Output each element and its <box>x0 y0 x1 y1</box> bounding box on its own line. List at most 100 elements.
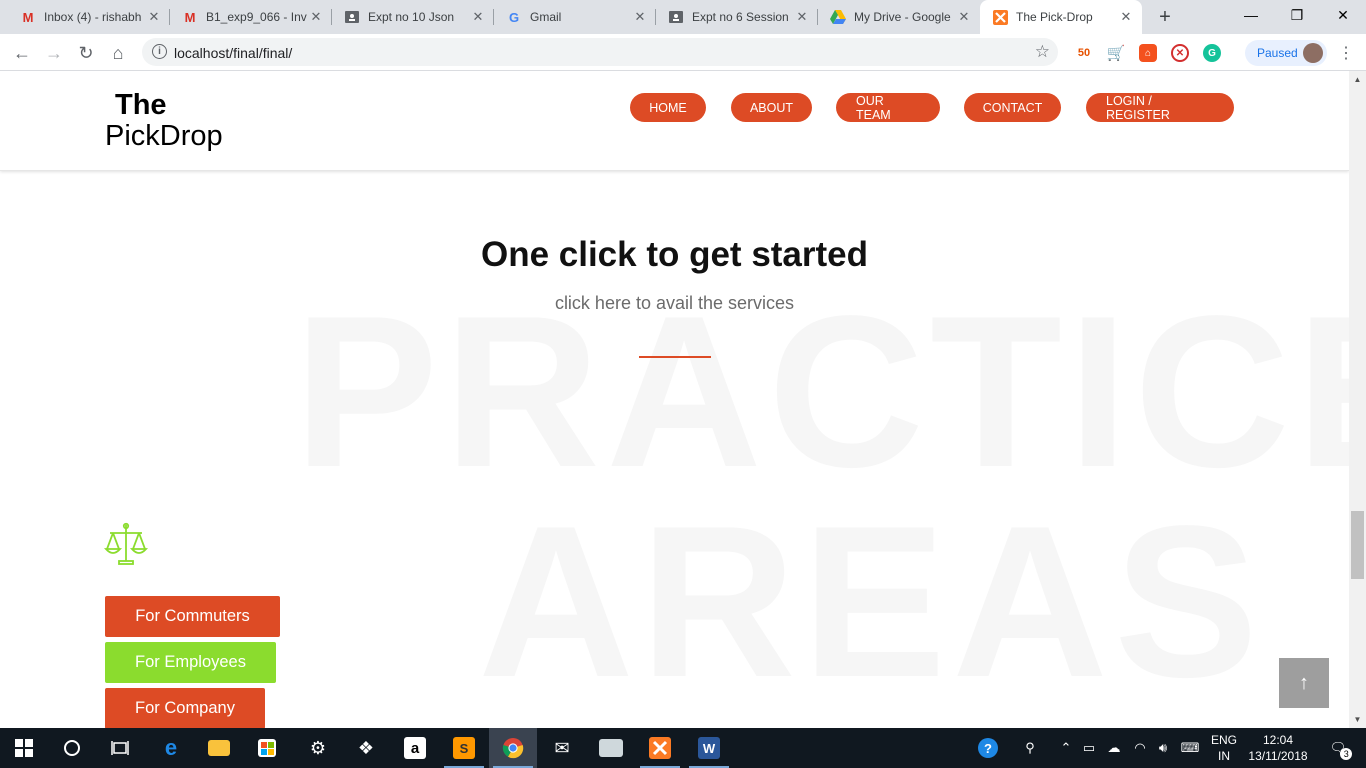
classroom-icon <box>668 9 684 25</box>
nav-contact[interactable]: CONTACT <box>964 93 1061 122</box>
close-icon[interactable]: ✕ <box>632 9 648 25</box>
region-code: IN <box>1218 749 1230 763</box>
ext-cart-icon[interactable]: 🛒 <box>1107 44 1126 62</box>
tab-title: Expt no 6 Session <box>692 10 789 24</box>
page-subtitle-link[interactable]: click here to avail the services <box>0 293 1349 314</box>
nav-login-register[interactable]: LOGIN / REGISTER <box>1086 93 1234 122</box>
tab-pick-drop[interactable]: The Pick-Drop ✕ <box>980 0 1142 34</box>
notification-count: 3 <box>1340 748 1353 760</box>
menu-icon[interactable]: ⋮ <box>1336 42 1356 64</box>
people-icon[interactable]: ⚲ <box>1016 728 1044 768</box>
bookmark-star-icon[interactable]: ☆ <box>1035 42 1050 62</box>
windows-taskbar: e ⚙ ❖ a S ✉ W ? ⚲ ⌃ ▭ ☁ ◠ 🔊︎ ⌨ ENG IN 12… <box>0 728 1366 768</box>
wifi-icon[interactable]: ◠ <box>1128 728 1152 768</box>
mail-icon[interactable]: ✉ <box>538 728 586 768</box>
settings-icon[interactable]: ⚙ <box>294 728 342 768</box>
ext-block-icon[interactable]: ✕ <box>1171 44 1189 62</box>
profile-paused-button[interactable]: Paused <box>1245 40 1327 66</box>
tab-inbox[interactable]: M Inbox (4) - rishabh ✕ <box>8 0 170 34</box>
gmail-icon: M <box>22 9 34 25</box>
back-icon[interactable]: ← <box>8 39 36 67</box>
profile-status: Paused <box>1257 46 1298 60</box>
close-icon[interactable]: ✕ <box>146 9 162 25</box>
forward-icon[interactable]: → <box>40 39 68 67</box>
scroll-up-icon[interactable]: ▲ <box>1349 71 1366 88</box>
page-scrollbar[interactable]: ▲ ▼ <box>1349 71 1366 728</box>
action-center-icon[interactable]: 🗨︎ 3 <box>1320 728 1356 768</box>
logo-line-2[interactable]: PickDrop <box>105 120 223 153</box>
nav-home[interactable]: HOME <box>630 93 706 122</box>
page-title: One click to get started <box>480 235 869 274</box>
address-bar[interactable]: i localhost/final/final/ ☆ <box>142 38 1058 66</box>
volume-icon[interactable]: 🔊︎ <box>1152 728 1174 768</box>
dropbox-icon[interactable]: ❖ <box>342 728 390 768</box>
amazon-icon[interactable]: a <box>391 728 439 768</box>
task-view-icon[interactable] <box>96 728 144 768</box>
clock-date: 13/11/2018 <box>1248 749 1308 763</box>
back-to-top-button[interactable]: ↑ <box>1279 658 1329 708</box>
for-company-button[interactable]: For Company <box>105 688 265 728</box>
close-icon[interactable]: ✕ <box>470 9 486 25</box>
restore-icon[interactable]: ❐ <box>1274 0 1320 30</box>
scale-icon <box>104 521 150 567</box>
grammarly-icon[interactable]: G <box>1203 44 1221 62</box>
tab-title: B1_exp9_066 - Inv <box>206 10 307 24</box>
browser-toolbar: ← → ↻ ⌂ i localhost/final/final/ ☆ 50 🛒 … <box>0 34 1366 71</box>
tab-b1-exp9[interactable]: M B1_exp9_066 - Inv ✕ <box>170 0 332 34</box>
tab-gmail[interactable]: G Gmail ✕ <box>494 0 656 34</box>
nav-our-team[interactable]: OUR TEAM <box>836 93 940 122</box>
xampp-icon <box>992 9 1008 25</box>
word-icon[interactable]: W <box>685 728 733 768</box>
scroll-down-icon[interactable]: ▼ <box>1349 711 1366 728</box>
clock-time: 12:04 <box>1262 733 1294 747</box>
photos-icon[interactable] <box>587 728 635 768</box>
tab-expt-6[interactable]: Expt no 6 Session ✕ <box>656 0 818 34</box>
xampp-icon[interactable] <box>636 728 684 768</box>
clock[interactable]: 12:04 13/11/2018 <box>1238 732 1318 764</box>
new-tab-button[interactable]: + <box>1153 5 1177 29</box>
site-info-icon[interactable]: i <box>152 44 167 59</box>
browser-tab-strip: M Inbox (4) - rishabh ✕ M B1_exp9_066 - … <box>0 0 1366 34</box>
ext-50-icon[interactable]: 50 <box>1075 44 1093 62</box>
tab-title: My Drive - Google <box>854 10 951 24</box>
tab-expt-10[interactable]: Expt no 10 Json ✕ <box>332 0 494 34</box>
file-explorer-icon[interactable] <box>195 728 243 768</box>
onedrive-icon[interactable]: ☁ <box>1102 728 1126 768</box>
home-icon[interactable]: ⌂ <box>104 39 132 67</box>
edge-icon[interactable]: e <box>147 728 195 768</box>
url-text[interactable]: localhost/final/final/ <box>174 45 292 61</box>
gmail-icon: M <box>184 9 196 25</box>
scroll-thumb[interactable] <box>1351 511 1364 579</box>
chrome-icon[interactable] <box>489 728 537 768</box>
tab-my-drive[interactable]: My Drive - Google ✕ <box>818 0 980 34</box>
close-icon[interactable]: ✕ <box>794 9 810 25</box>
ext-lock-icon[interactable]: ⌂ <box>1139 44 1157 62</box>
sublime-text-icon[interactable]: S <box>440 728 488 768</box>
google-icon: G <box>508 9 520 25</box>
cortana-search-icon[interactable] <box>48 728 96 768</box>
drive-icon <box>830 9 846 25</box>
battery-icon[interactable]: ▭ <box>1078 728 1100 768</box>
close-icon[interactable]: ✕ <box>1118 9 1134 25</box>
language-indicator[interactable]: ENG IN <box>1208 732 1240 764</box>
store-icon[interactable] <box>243 728 291 768</box>
logo-line-1[interactable]: The <box>115 89 167 122</box>
close-icon[interactable]: ✕ <box>308 9 324 25</box>
windows-start-icon[interactable] <box>0 728 48 768</box>
classroom-icon <box>344 9 360 25</box>
for-commuters-button[interactable]: For Commuters <box>105 596 280 637</box>
nav-about[interactable]: ABOUT <box>731 93 812 122</box>
help-icon[interactable]: ? <box>972 728 1004 768</box>
background-word-areas: AREAS <box>478 480 1265 722</box>
close-icon[interactable]: ✕ <box>956 9 972 25</box>
for-employees-button[interactable]: For Employees <box>105 642 276 683</box>
reload-icon[interactable]: ↻ <box>72 39 100 67</box>
page-viewport: PRACTICE AREAS The PickDrop HOME ABOUT O… <box>0 71 1349 728</box>
language-code: ENG <box>1210 733 1237 747</box>
minimize-icon[interactable]: — <box>1228 0 1274 30</box>
tray-chevron-icon[interactable]: ⌃ <box>1056 728 1076 768</box>
keyboard-icon[interactable]: ⌨ <box>1176 728 1204 768</box>
close-window-icon[interactable]: ✕ <box>1320 0 1366 30</box>
tab-title: The Pick-Drop <box>1016 10 1093 24</box>
tab-title: Expt no 10 Json <box>368 10 455 24</box>
